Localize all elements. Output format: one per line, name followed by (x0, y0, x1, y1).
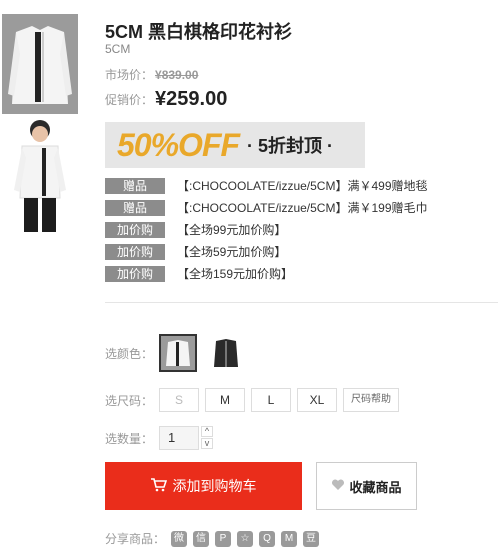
product-brand: 5CM (105, 42, 131, 56)
size-option-m[interactable]: M (205, 388, 246, 412)
color-swatch-black[interactable] (207, 334, 246, 372)
wechat-icon[interactable]: 信 (193, 530, 210, 547)
size-label: 选尺码： (105, 393, 154, 408)
market-price: ¥839.00 (155, 67, 199, 82)
quantity-input[interactable]: 1 (159, 426, 200, 450)
thumbnail-model[interactable] (2, 118, 78, 234)
promo-tag: 赠品 (105, 199, 165, 216)
heart-icon (331, 478, 345, 494)
promo-text[interactable]: 【全场159元加价购】 (177, 265, 293, 282)
quantity-row: 选数量： 1 ^ v (105, 426, 215, 450)
promo-text[interactable]: 【全场59元加价购】 (177, 243, 286, 260)
star-icon[interactable]: ☆ (237, 530, 254, 547)
market-price-label: 市场价： (105, 68, 154, 82)
sale-price-label: 促销价： (105, 93, 154, 107)
size-option-s[interactable]: S (159, 388, 200, 412)
pinterest-icon[interactable]: P (215, 530, 232, 547)
color-label: 选颜色： (105, 346, 154, 361)
add-to-cart-button[interactable]: 添加到购物车 (105, 462, 302, 510)
qq-icon[interactable]: Q (259, 530, 276, 547)
favorite-button[interactable]: 收藏商品 (316, 462, 417, 510)
product-title: 5CM 黑白棋格印花衬衫 (105, 22, 293, 42)
sale-price: ¥259.00 (155, 88, 228, 110)
promo-tag: 加价购 (105, 265, 165, 282)
sale-price-row: 促销价： ¥259.00 (105, 88, 227, 111)
color-swatch-white[interactable] (159, 334, 198, 372)
cart-icon (150, 477, 167, 495)
promo-text[interactable]: 【:CHOCOOLATE/izzue/5CM】满￥199赠毛巾 (177, 199, 428, 216)
promo-list: 赠品 【:CHOCOOLATE/izzue/5CM】满￥499赠地毯 赠品 【:… (105, 176, 428, 286)
add-to-cart-label: 添加到购物车 (172, 478, 257, 494)
promo-item: 加价购 【全场159元加价购】 (105, 264, 428, 283)
chevron-up-icon[interactable]: ^ (201, 426, 214, 437)
thumbnail-shirt[interactable] (2, 14, 78, 114)
favorite-label: 收藏商品 (349, 479, 402, 495)
share-row: 分享商品： 微 信 P ☆ Q M 豆 (105, 530, 320, 547)
weibo-icon[interactable]: 微 (171, 530, 188, 547)
market-price-row: 市场价： ¥839.00 (105, 66, 198, 83)
promo-banner: 50%OFF · 5折封顶 · (105, 122, 365, 168)
chevron-down-icon[interactable]: v (201, 438, 214, 449)
banner-subtext: · 5折封顶 · (247, 136, 334, 156)
promo-tag: 赠品 (105, 177, 165, 194)
message-icon[interactable]: M (281, 530, 298, 547)
promo-text[interactable]: 【全场99元加价购】 (177, 221, 286, 238)
promo-item: 加价购 【全场99元加价购】 (105, 220, 428, 239)
divider (105, 302, 498, 303)
promo-tag: 加价购 (105, 243, 165, 260)
promo-tag: 加价购 (105, 221, 165, 238)
size-selector: 选尺码： S M L XL 尺码帮助 (105, 388, 405, 412)
color-selector: 选颜色： (105, 334, 246, 372)
banner-discount: 50%OFF (117, 126, 240, 163)
size-help-link[interactable]: 尺码帮助 (343, 388, 400, 412)
douban-icon[interactable]: 豆 (303, 530, 320, 547)
quantity-stepper: ^ v (201, 426, 215, 450)
size-option-l[interactable]: L (251, 388, 292, 412)
promo-item: 赠品 【:CHOCOOLATE/izzue/5CM】满￥499赠地毯 (105, 176, 428, 195)
quantity-label: 选数量： (105, 431, 154, 446)
size-option-xl[interactable]: XL (297, 388, 338, 412)
promo-item: 加价购 【全场59元加价购】 (105, 242, 428, 261)
promo-item: 赠品 【:CHOCOOLATE/izzue/5CM】满￥199赠毛巾 (105, 198, 428, 217)
promo-text[interactable]: 【:CHOCOOLATE/izzue/5CM】满￥499赠地毯 (177, 177, 428, 194)
share-label: 分享商品： (105, 532, 166, 546)
